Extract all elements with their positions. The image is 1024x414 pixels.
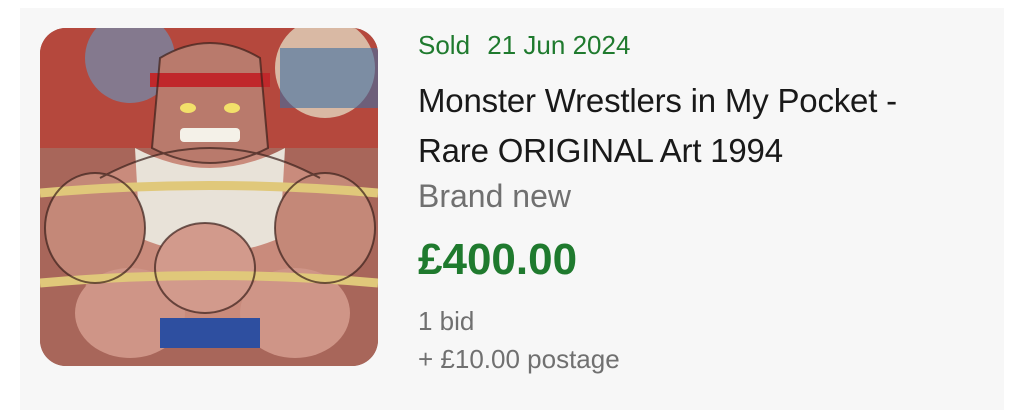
sold-date: 21 Jun 2024 bbox=[487, 30, 631, 60]
item-condition: Brand new bbox=[418, 178, 571, 214]
listing-card[interactable]: Sold 21 Jun 2024 Monster Wrestlers in My… bbox=[20, 8, 1004, 410]
sold-label: Sold bbox=[418, 30, 471, 60]
listing-thumbnail[interactable] bbox=[40, 28, 378, 366]
wrestler-artwork-image bbox=[40, 28, 378, 366]
listing-details: Sold 21 Jun 2024 Monster Wrestlers in My… bbox=[418, 28, 988, 378]
sold-status: Sold 21 Jun 2024 bbox=[418, 28, 988, 62]
bid-count: 1 bid bbox=[418, 306, 475, 336]
listing-title-line2[interactable]: Rare ORIGINAL Art 1994 bbox=[418, 126, 988, 176]
sold-price: £400.00 bbox=[418, 235, 578, 284]
listing-title-line1[interactable]: Monster Wrestlers in My Pocket - bbox=[418, 76, 988, 126]
postage-cost: + £10.00 postage bbox=[418, 344, 620, 374]
listing-title[interactable]: Monster Wrestlers in My Pocket - Rare OR… bbox=[418, 76, 988, 176]
